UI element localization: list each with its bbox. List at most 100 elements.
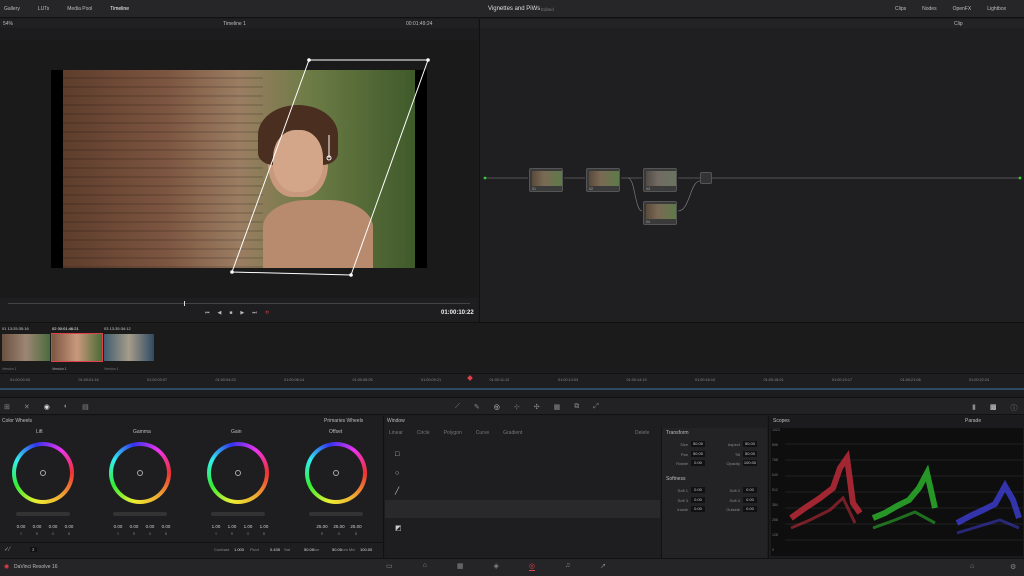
gradient-shape-icon[interactable]: ◩ <box>395 520 402 539</box>
hdr-icon[interactable]: ◐ <box>64 403 68 411</box>
camera-raw-icon[interactable]: ⊞ <box>4 403 10 411</box>
line-shape-icon[interactable]: ╱ <box>395 483 402 502</box>
field-value[interactable]: 0.00 <box>743 487 757 493</box>
wheel-master-slider[interactable] <box>16 512 70 516</box>
wheel-value[interactable]: 1.00 <box>225 524 239 529</box>
wheel-value[interactable]: 1.00 <box>241 524 255 529</box>
wheel-value[interactable]: 0.00 <box>14 524 28 529</box>
key-icon[interactable]: ⧉ <box>574 403 579 411</box>
field-value[interactable]: 0.00 <box>743 496 757 503</box>
edit-page-icon[interactable]: ▦ <box>457 562 464 571</box>
field-value[interactable]: 100.00 <box>743 460 757 466</box>
wheel-value[interactable]: 1.00 <box>257 524 271 529</box>
curves-icon[interactable]: ⟋ <box>455 403 460 411</box>
field-value[interactable]: 0.00 <box>691 506 705 512</box>
scrub-playhead[interactable] <box>184 301 185 306</box>
wheel-offset[interactable] <box>305 442 367 504</box>
wheel-lift[interactable] <box>12 442 74 504</box>
magic-mask-icon[interactable]: ✣ <box>534 403 540 411</box>
viewer-zoom[interactable]: 54% <box>3 21 13 27</box>
wheel-value[interactable]: 25.00 <box>315 524 329 529</box>
wheel-value[interactable]: 0.00 <box>127 524 141 529</box>
wheel-center-handle[interactable] <box>137 470 143 476</box>
wheel-value[interactable]: 0.00 <box>62 524 76 529</box>
wheel-value[interactable]: 0.00 <box>46 524 60 529</box>
scopes-mode[interactable]: Parade <box>965 418 981 424</box>
circle-tool[interactable]: Circle <box>417 430 430 436</box>
curve-tool[interactable]: Curve <box>476 430 489 436</box>
color-page-icon[interactable]: ◎ <box>528 562 535 571</box>
footer-value[interactable]: 100.00 <box>360 547 372 552</box>
node-03[interactable]: 03 <box>643 168 677 192</box>
step-back-icon[interactable]: ◀ <box>218 310 222 316</box>
wheel-value[interactable]: 0.00 <box>111 524 125 529</box>
qualifier-icon[interactable]: ✎ <box>474 403 480 411</box>
square-shape-icon[interactable]: □ <box>395 446 402 465</box>
wheel-value[interactable]: 25.00 <box>332 524 346 529</box>
clip-01[interactable]: 01 13:25:35:16 Version 1 <box>2 326 50 371</box>
field-value[interactable]: 50.00 <box>743 441 757 447</box>
wheel-value[interactable]: 25.00 <box>349 524 363 529</box>
lightbox-menu[interactable]: Lightbox <box>987 6 1006 12</box>
timeline-playhead[interactable] <box>467 375 473 381</box>
viewer[interactable] <box>0 40 478 298</box>
auto-balance-icon[interactable]: ✓⁄ <box>4 546 10 553</box>
tab-timeline[interactable]: Timeline <box>110 6 129 12</box>
wheel-center-handle[interactable] <box>235 470 241 476</box>
wheel-master-slider[interactable] <box>309 512 363 516</box>
node-04[interactable]: 04 <box>643 201 677 225</box>
field-value[interactable]: 0.00 <box>691 496 705 503</box>
wheel-value[interactable]: 0.00 <box>159 524 173 529</box>
node-01[interactable]: 01 <box>529 168 563 192</box>
window-overlay[interactable] <box>0 40 478 298</box>
rgb-mixer-icon[interactable]: ▤ <box>82 403 89 411</box>
info-icon[interactable]: ▩ <box>990 403 997 413</box>
page-number[interactable]: 2 <box>30 547 37 552</box>
timeline-name[interactable]: Timeline 1 <box>223 21 246 27</box>
clip-03[interactable]: 03 13:35:34:12 Version 1 <box>104 326 154 371</box>
field-value[interactable]: 0.00 <box>691 460 705 466</box>
clip-02[interactable]: 02 00:01:46:21 Version 1 <box>51 326 103 371</box>
linear-tool[interactable]: Linear <box>389 430 403 436</box>
selected-shape-row[interactable] <box>385 500 660 518</box>
wheel-value[interactable]: 1.00 <box>209 524 223 529</box>
gradient-tool[interactable]: Gradient <box>503 430 522 436</box>
wheels-mode[interactable]: Primaries Wheels <box>324 418 363 424</box>
tab-media-pool[interactable]: Media Pool <box>67 6 92 12</box>
deliver-page-icon[interactable]: ➚ <box>600 562 606 571</box>
stop-icon[interactable]: ■ <box>229 310 232 316</box>
tracker-icon[interactable]: ⊹ <box>514 403 520 411</box>
play-icon[interactable]: ▶ <box>240 310 244 316</box>
field-value[interactable]: 0.00 <box>691 487 705 493</box>
circle-shape-icon[interactable]: ○ <box>395 465 402 484</box>
fairlight-page-icon[interactable]: ♫ <box>565 562 570 571</box>
wheel-value[interactable]: 0.00 <box>30 524 44 529</box>
field-value[interactable]: 50.00 <box>743 450 757 457</box>
go-start-icon[interactable]: ⏮ <box>205 310 210 316</box>
field-value[interactable]: 0.00 <box>743 506 757 512</box>
fusion-page-icon[interactable]: ◈ <box>493 562 498 571</box>
color-match-icon[interactable]: ✕ <box>24 403 30 411</box>
tab-gallery[interactable]: Gallery <box>4 6 20 12</box>
openfx-menu[interactable]: OpenFX <box>953 6 972 12</box>
footer-value[interactable]: 0.435 <box>270 547 280 552</box>
footer-value[interactable]: 1.000 <box>234 547 244 552</box>
settings-icon[interactable]: ⚙ <box>1010 563 1016 571</box>
go-end-icon[interactable]: ⏭ <box>252 310 257 316</box>
cut-page-icon[interactable]: ⌂ <box>423 562 427 571</box>
polygon-tool[interactable]: Polygon <box>444 430 462 436</box>
field-value[interactable]: 50.00 <box>691 441 705 447</box>
loop-icon[interactable]: ⟲ <box>265 310 269 316</box>
wheel-center-handle[interactable] <box>333 470 339 476</box>
color-wheels-icon[interactable]: ◉ <box>44 403 50 411</box>
wheel-master-slider[interactable] <box>113 512 167 516</box>
delete-button[interactable]: Delete <box>635 430 649 436</box>
blur-icon[interactable]: ▦ <box>554 403 561 411</box>
home-icon[interactable]: ⌂ <box>970 563 974 570</box>
wheel-center-handle[interactable] <box>40 470 46 476</box>
wheel-gamma[interactable] <box>109 442 171 504</box>
node-02[interactable]: 02 <box>586 168 620 192</box>
sizing-icon[interactable]: ⤢ <box>593 403 599 411</box>
nodes-menu[interactable]: Nodes <box>922 6 936 12</box>
window-icon[interactable]: ◎ <box>494 403 500 411</box>
